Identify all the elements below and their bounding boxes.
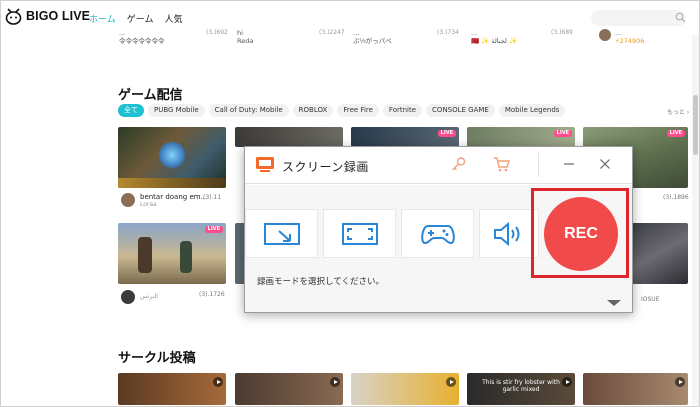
- viewer-count: (3.)689: [551, 29, 573, 36]
- viewer-count: (3.)734: [437, 29, 459, 36]
- fullscreen-capture-button[interactable]: [323, 209, 396, 258]
- stream-thumbnail[interactable]: LIVE: [467, 127, 575, 147]
- post-caption: This is stir fry lobster with garlic mix…: [482, 379, 560, 393]
- play-icon: [330, 377, 340, 387]
- section-title-circle: サークル投稿: [118, 351, 196, 366]
- rec-button[interactable]: REC: [544, 197, 618, 271]
- post-thumbnail[interactable]: [583, 373, 688, 405]
- list-item[interactable]: ... 令令令令令令令: [119, 29, 219, 49]
- post-thumbnail[interactable]: [351, 373, 459, 405]
- post-thumbnail[interactable]: This is stir fry lobster with garlic mix…: [467, 373, 575, 405]
- stream-user: البرنس: [140, 293, 158, 300]
- recorder-app-icon: [256, 157, 274, 172]
- fullscreen-capture-icon: [341, 222, 378, 245]
- search-icon[interactable]: [675, 12, 686, 23]
- post-thumbnail[interactable]: [235, 373, 343, 405]
- play-icon: [562, 377, 572, 387]
- expand-arrow-icon[interactable]: [607, 300, 621, 306]
- chip-freefire[interactable]: Free Fire: [337, 104, 379, 117]
- scrollbar-thumb[interactable]: [693, 95, 698, 155]
- close-icon[interactable]: [597, 156, 613, 172]
- chip-mobile-legends[interactable]: Mobile Legends: [498, 104, 566, 117]
- key-icon[interactable]: [450, 156, 467, 173]
- nav-home[interactable]: ホーム: [89, 12, 116, 25]
- stream-thumbnail[interactable]: LIVE: [351, 127, 459, 147]
- minimize-icon[interactable]: [561, 156, 577, 172]
- stream-meta: البرنس: [140, 293, 158, 300]
- top-navigation-bar: BIGO LIVE ホーム ゲーム 人気: [1, 1, 699, 35]
- live-badge: LIVE: [666, 130, 685, 137]
- play-icon: [446, 377, 456, 387]
- viewer-count: (3).11: [203, 194, 222, 201]
- stream-thumbnail[interactable]: [235, 127, 343, 147]
- stream-user: ぷ⅓がっパペ: [353, 37, 392, 45]
- play-icon: [675, 377, 685, 387]
- stream-user: Reda: [237, 37, 254, 45]
- stream-thumbnail[interactable]: [630, 223, 688, 284]
- avatar: [121, 193, 135, 207]
- speaker-icon: [494, 221, 520, 246]
- stream-name: ...: [615, 29, 622, 37]
- bigo-logo-icon: [5, 8, 22, 25]
- live-badge: LIVE: [437, 130, 456, 137]
- chip-all[interactable]: 全て: [118, 104, 144, 117]
- stream-thumbnail[interactable]: LIVE: [118, 223, 226, 284]
- live-badge: LIVE: [204, 226, 223, 233]
- viewer-count: (3).1726: [199, 291, 225, 298]
- stream-name: ...: [119, 29, 126, 37]
- bigo-live-logo[interactable]: BIGO LIVE: [5, 7, 90, 25]
- avatar: [599, 29, 611, 41]
- game-capture-button[interactable]: [401, 209, 474, 258]
- chip-roblox[interactable]: ROBLOX: [292, 104, 334, 117]
- viewer-count: (3).1896: [663, 194, 689, 201]
- cart-icon[interactable]: [493, 156, 510, 173]
- logo-text: BIGO LIVE: [26, 9, 91, 23]
- gamepad-icon: [420, 224, 455, 244]
- recorder-title: スクリーン録画: [282, 160, 369, 174]
- list-item[interactable]: ... ⚡274906: [615, 29, 685, 49]
- list-item[interactable]: ... 🇲🇦 ✨ لجبالة ✨: [471, 29, 556, 49]
- stream-user: IOSUE: [641, 296, 660, 303]
- stream-user: 🇲🇦 ✨ لجبالة ✨: [471, 37, 518, 45]
- search-input[interactable]: [591, 10, 686, 26]
- titlebar-divider: [538, 153, 539, 177]
- stream-user: ⚡274906: [615, 37, 645, 45]
- recorder-titlebar[interactable]: スクリーン録画: [245, 147, 632, 184]
- avatar: [121, 290, 135, 304]
- stream-name: bentar doang em...: [140, 193, 208, 201]
- viewer-count: (3.)2247: [319, 29, 345, 36]
- stream-meta: bentar doang em... Loraa: [140, 193, 207, 208]
- region-capture-button[interactable]: [245, 209, 318, 258]
- nav-game[interactable]: ゲーム: [127, 12, 154, 25]
- region-capture-icon: [263, 222, 300, 245]
- browser-page: BIGO LIVE ホーム ゲーム 人気 ... 令令令令令令令 (3.)692…: [0, 0, 700, 407]
- stream-name: ...: [353, 29, 360, 37]
- more-link[interactable]: もっと ›: [667, 107, 689, 116]
- stream-name: ...: [471, 29, 478, 37]
- recorder-instruction: 録画モードを選択してください。: [257, 277, 384, 287]
- category-chips: 全て PUBG Mobile Call of Duty: Mobile ROBL…: [118, 104, 566, 117]
- stream-user: Loraa: [140, 201, 157, 208]
- stream-user: 令令令令令令令: [119, 37, 165, 45]
- page-scrollbar[interactable]: [692, 35, 699, 405]
- list-item[interactable]: ... ぷ⅓がっパペ: [353, 29, 443, 49]
- chip-pubg[interactable]: PUBG Mobile: [148, 104, 205, 117]
- chip-cod[interactable]: Call of Duty: Mobile: [208, 104, 289, 117]
- viewer-count: (3.)692: [206, 29, 228, 36]
- chip-console[interactable]: CONSOLE GAME: [426, 104, 495, 117]
- chip-fortnite[interactable]: Fortnite: [382, 104, 423, 117]
- main-nav: ホーム ゲーム 人気: [89, 12, 193, 25]
- section-title-game: ゲーム配信: [118, 88, 183, 103]
- live-badge: LIVE: [553, 130, 572, 137]
- post-thumbnail[interactable]: [118, 373, 226, 405]
- play-icon: [213, 377, 223, 387]
- nav-popular[interactable]: 人気: [164, 12, 182, 25]
- audio-capture-button[interactable]: [479, 209, 539, 258]
- stream-thumbnail[interactable]: [118, 127, 226, 188]
